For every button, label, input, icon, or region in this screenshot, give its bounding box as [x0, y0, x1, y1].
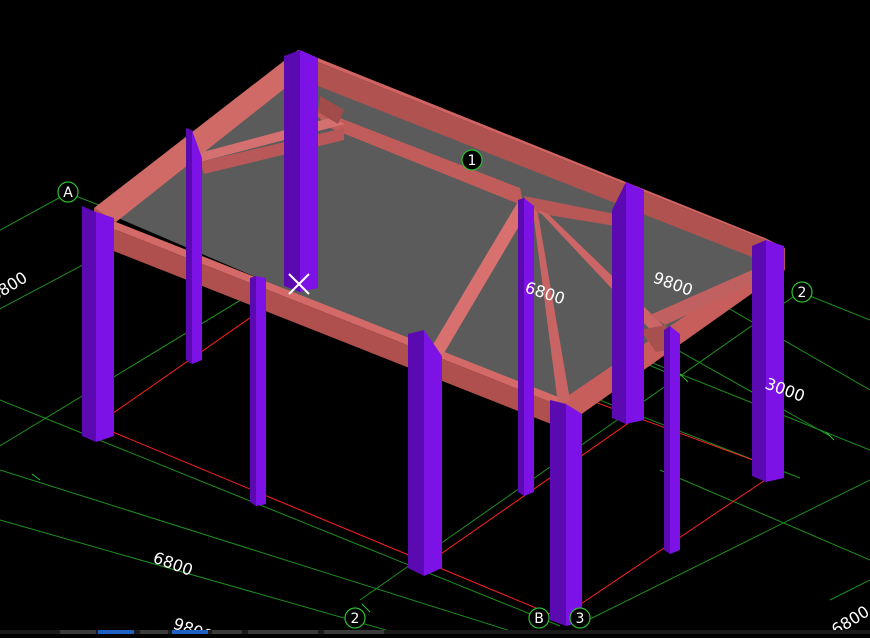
grid-marker-3[interactable]: 3 [569, 607, 591, 629]
status-segment[interactable] [140, 630, 168, 634]
grid-marker-2-right[interactable]: 2 [791, 281, 813, 303]
column-inner-left-front [250, 276, 266, 506]
status-segment-active[interactable] [172, 630, 208, 634]
status-segment[interactable] [212, 630, 242, 634]
svg-text:2: 2 [351, 611, 360, 627]
model-canvas[interactable]: 6800 9800 3000 6800 6800 9800 6800 A 1 2… [0, 0, 870, 638]
column-inner-left-back [186, 128, 202, 364]
svg-text:1: 1 [468, 153, 477, 169]
3d-model-viewport[interactable]: 6800 9800 3000 6800 6800 9800 6800 A 1 2… [0, 0, 870, 638]
column-inner-right-back [518, 198, 534, 496]
column-right-back [612, 182, 644, 424]
status-segment[interactable] [60, 630, 96, 634]
grid-marker-1[interactable]: 1 [461, 149, 483, 171]
column-grid-b [550, 400, 582, 626]
status-segment-active[interactable] [98, 630, 134, 634]
grid-marker-2-bottom[interactable]: 2 [344, 607, 366, 629]
grid-marker-b[interactable]: B [528, 607, 550, 629]
status-segment[interactable] [248, 630, 318, 634]
column-inner-right-front [664, 326, 680, 554]
column-front-middle [408, 330, 442, 576]
svg-text:3: 3 [576, 611, 585, 627]
grid-marker-a[interactable]: A [57, 181, 79, 203]
column-top-center [284, 50, 318, 292]
status-segment[interactable] [324, 630, 384, 634]
status-bar [0, 630, 870, 634]
svg-text:B: B [534, 611, 544, 627]
column-grid-2 [752, 240, 784, 482]
svg-text:A: A [63, 185, 73, 201]
dim-bottom-6800: 6800 [151, 548, 196, 580]
column-grid-a [82, 206, 114, 442]
dim-left-6800: 6800 [0, 268, 31, 306]
svg-text:2: 2 [798, 285, 807, 301]
